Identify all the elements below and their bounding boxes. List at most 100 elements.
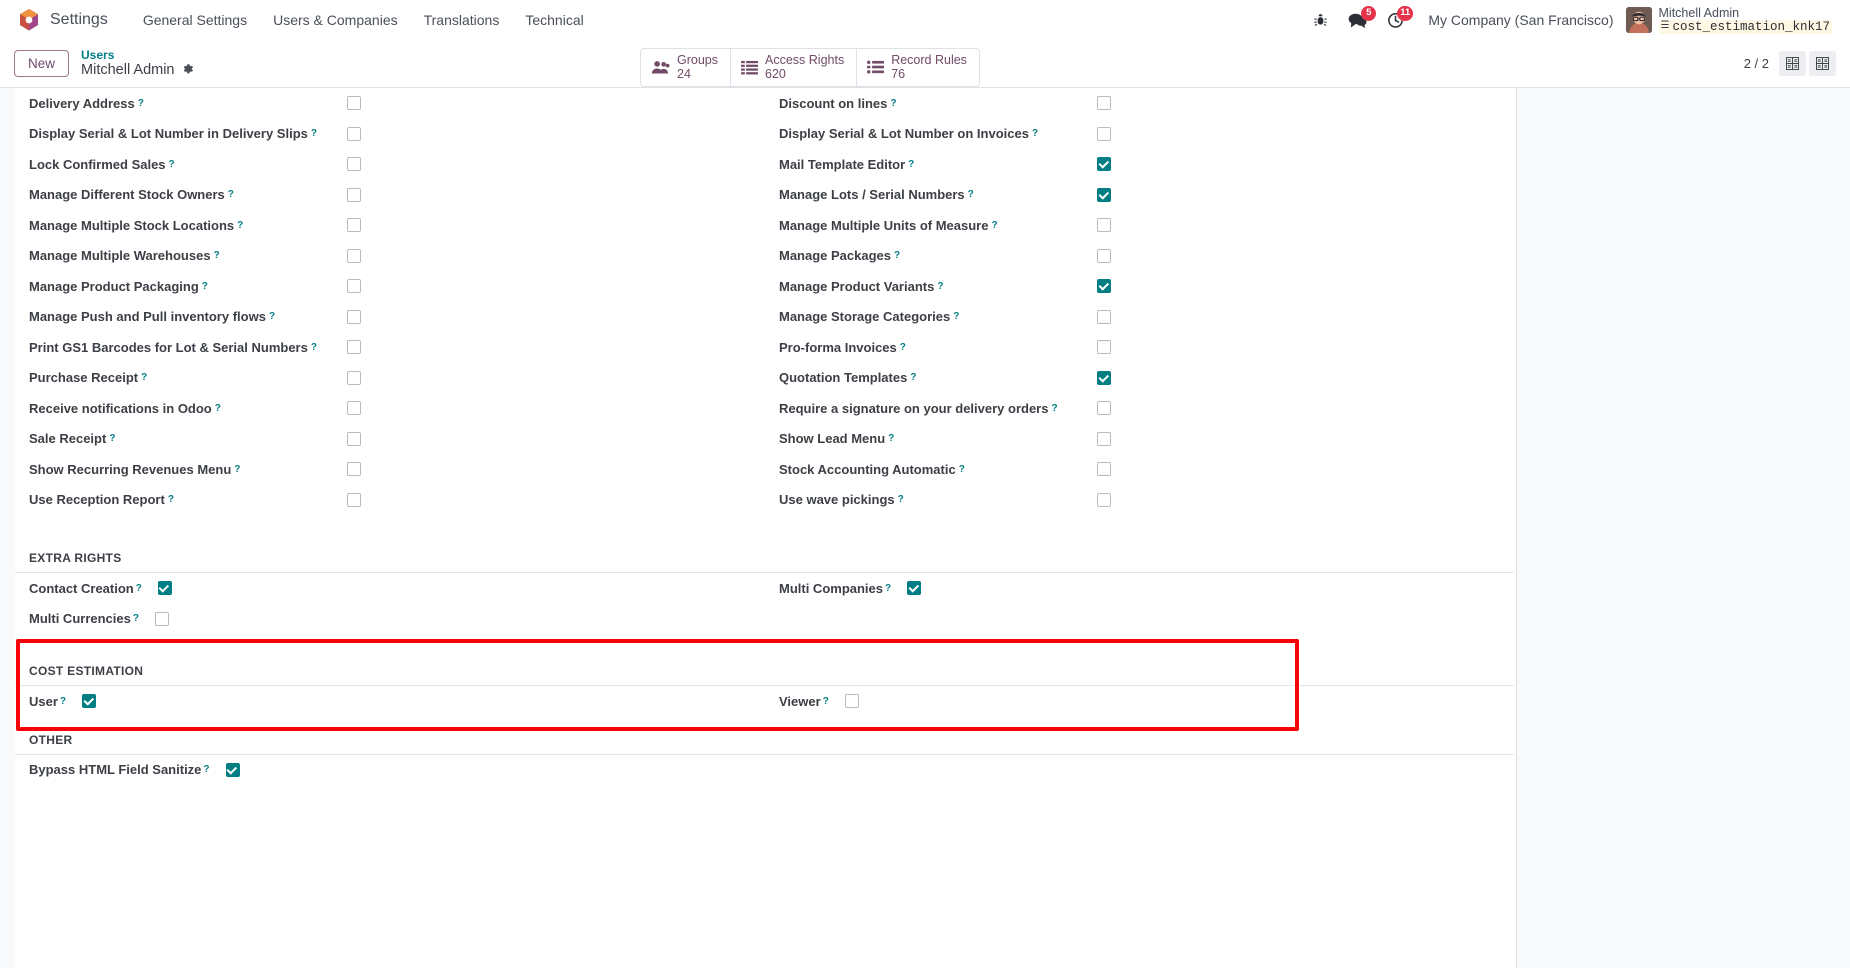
activities-clock-icon[interactable]: 11	[1377, 5, 1414, 33]
checkbox-bypass-html-field-sanitize[interactable]	[225, 762, 240, 777]
help-icon[interactable]: ?	[823, 696, 829, 707]
help-icon[interactable]: ?	[910, 372, 916, 383]
help-icon[interactable]: ?	[890, 98, 896, 109]
label-lock-confirmed-sales: Lock Confirmed Sales	[29, 156, 166, 172]
help-icon[interactable]: ?	[109, 433, 115, 444]
user-menu[interactable]: Mitchell Admin ☰ cost_estimation_knk17	[1625, 6, 1837, 34]
checkbox-discount-on-lines[interactable]	[1097, 96, 1111, 111]
checkbox-sale-receipt[interactable]	[347, 431, 361, 446]
stat-label-groups: Groups	[677, 53, 718, 67]
checkbox-manage-multiple-warehouses[interactable]	[347, 248, 361, 263]
help-icon[interactable]: ?	[234, 464, 240, 475]
checkbox-purchase-receipt[interactable]	[347, 370, 361, 385]
label-manage-multiple-stock-locations: Manage Multiple Stock Locations	[29, 217, 235, 233]
checkbox-require-signature-delivery[interactable]	[1097, 401, 1111, 416]
checkbox-manage-storage-categories[interactable]	[1097, 309, 1111, 324]
menu-translations[interactable]: Translations	[411, 6, 513, 34]
checkbox-print-gs1-barcodes[interactable]	[347, 340, 361, 355]
help-icon[interactable]: ?	[888, 433, 894, 444]
help-icon[interactable]: ?	[937, 281, 943, 292]
checkbox-mail-template-editor[interactable]	[1097, 157, 1111, 172]
content-area: Delivery Address ? Display Serial & Lot …	[0, 88, 1850, 968]
checkbox-receive-notifications-odoo[interactable]	[347, 401, 361, 416]
checkbox-manage-lots-serial-numbers[interactable]	[1097, 187, 1111, 202]
label-delivery-address: Delivery Address	[29, 95, 135, 111]
checkbox-cost-estimation-viewer[interactable]	[844, 694, 859, 709]
stat-button-groups[interactable]: Groups 24	[641, 49, 731, 86]
pager-counter[interactable]: 2 / 2	[1744, 56, 1769, 71]
help-icon[interactable]: ?	[991, 220, 997, 231]
field-manage-multiple-uom: Manage Multiple Units of Measure ?	[765, 210, 1515, 241]
help-icon[interactable]: ?	[228, 189, 234, 200]
checkbox-manage-product-packaging[interactable]	[347, 279, 361, 294]
menu-users-companies[interactable]: Users & Companies	[260, 6, 411, 34]
label-use-wave-pickings: Use wave pickings	[779, 492, 895, 508]
help-icon[interactable]: ?	[311, 342, 317, 353]
company-switcher[interactable]: My Company (San Francisco)	[1428, 12, 1613, 28]
checkbox-manage-push-pull-flows[interactable]	[347, 309, 361, 324]
checkbox-stock-accounting-automatic[interactable]	[1097, 462, 1111, 477]
help-icon[interactable]: ?	[900, 342, 906, 353]
help-icon[interactable]: ?	[908, 159, 914, 170]
menu-general-settings[interactable]: General Settings	[130, 6, 260, 34]
checkbox-quotation-templates[interactable]	[1097, 370, 1111, 385]
checkbox-manage-product-variants[interactable]	[1097, 279, 1111, 294]
label-use-reception-report: Use Reception Report	[29, 492, 165, 508]
menu-technical[interactable]: Technical	[512, 6, 596, 34]
checkbox-show-lead-menu[interactable]	[1097, 431, 1111, 446]
checkbox-contact-creation[interactable]	[157, 581, 172, 596]
messages-icon[interactable]: 5	[1338, 5, 1377, 33]
gear-icon[interactable]	[182, 63, 194, 78]
debug-bug-icon[interactable]	[1303, 9, 1338, 32]
help-icon[interactable]: ?	[885, 583, 891, 594]
checkbox-manage-multiple-uom[interactable]	[1097, 218, 1111, 233]
help-icon[interactable]: ?	[311, 128, 317, 139]
stat-label-access-rights: Access Rights	[765, 53, 845, 67]
list-view-icon[interactable]	[1779, 51, 1806, 76]
help-icon[interactable]: ?	[214, 250, 220, 261]
help-icon[interactable]: ?	[138, 98, 144, 109]
help-icon[interactable]: ?	[953, 311, 959, 322]
help-icon[interactable]: ?	[168, 494, 174, 505]
help-icon[interactable]: ?	[894, 250, 900, 261]
help-icon[interactable]: ?	[141, 372, 147, 383]
odoo-logo-icon[interactable]	[18, 8, 40, 32]
checkbox-pro-forma-invoices[interactable]	[1097, 340, 1111, 355]
checkbox-manage-multiple-stock-locations[interactable]	[347, 218, 361, 233]
help-icon[interactable]: ?	[898, 494, 904, 505]
label-mail-template-editor: Mail Template Editor	[779, 156, 906, 172]
checkbox-display-serial-delivery-slips[interactable]	[347, 126, 361, 141]
checkbox-manage-different-stock-owners[interactable]	[347, 187, 361, 202]
checkbox-delivery-address[interactable]	[347, 96, 361, 111]
label-cost-estimation-user: User	[29, 693, 58, 709]
checkbox-cost-estimation-user[interactable]	[82, 694, 97, 709]
checkbox-display-serial-invoices[interactable]	[1097, 126, 1111, 141]
form-view-icon[interactable]	[1809, 51, 1836, 76]
help-icon[interactable]: ?	[203, 764, 209, 775]
app-name[interactable]: Settings	[50, 11, 108, 29]
checkbox-use-reception-report[interactable]	[347, 492, 361, 507]
checkbox-show-recurring-revenues-menu[interactable]	[347, 462, 361, 477]
section-title-extra-rights: EXTRA RIGHTS	[15, 551, 1514, 573]
checkbox-manage-packages[interactable]	[1097, 248, 1111, 263]
help-icon[interactable]: ?	[202, 281, 208, 292]
help-icon[interactable]: ?	[136, 583, 142, 594]
new-button[interactable]: New	[14, 49, 70, 78]
checkbox-use-wave-pickings[interactable]	[1097, 492, 1111, 507]
help-icon[interactable]: ?	[959, 464, 965, 475]
help-icon[interactable]: ?	[1032, 128, 1038, 139]
help-icon[interactable]: ?	[215, 403, 221, 414]
stat-button-access-rights[interactable]: Access Rights 620	[731, 49, 858, 86]
checkbox-multi-companies[interactable]	[907, 581, 922, 596]
help-icon[interactable]: ?	[269, 311, 275, 322]
help-icon[interactable]: ?	[169, 159, 175, 170]
help-icon[interactable]: ?	[1051, 403, 1057, 414]
help-icon[interactable]: ?	[60, 696, 66, 707]
help-icon[interactable]: ?	[237, 220, 243, 231]
help-icon[interactable]: ?	[968, 189, 974, 200]
help-icon[interactable]: ?	[133, 613, 139, 624]
stat-button-record-rules[interactable]: Record Rules 76	[857, 49, 979, 86]
checkbox-multi-currencies[interactable]	[154, 611, 169, 626]
breadcrumb-parent-users[interactable]: Users	[81, 48, 193, 62]
checkbox-lock-confirmed-sales[interactable]	[347, 157, 361, 172]
